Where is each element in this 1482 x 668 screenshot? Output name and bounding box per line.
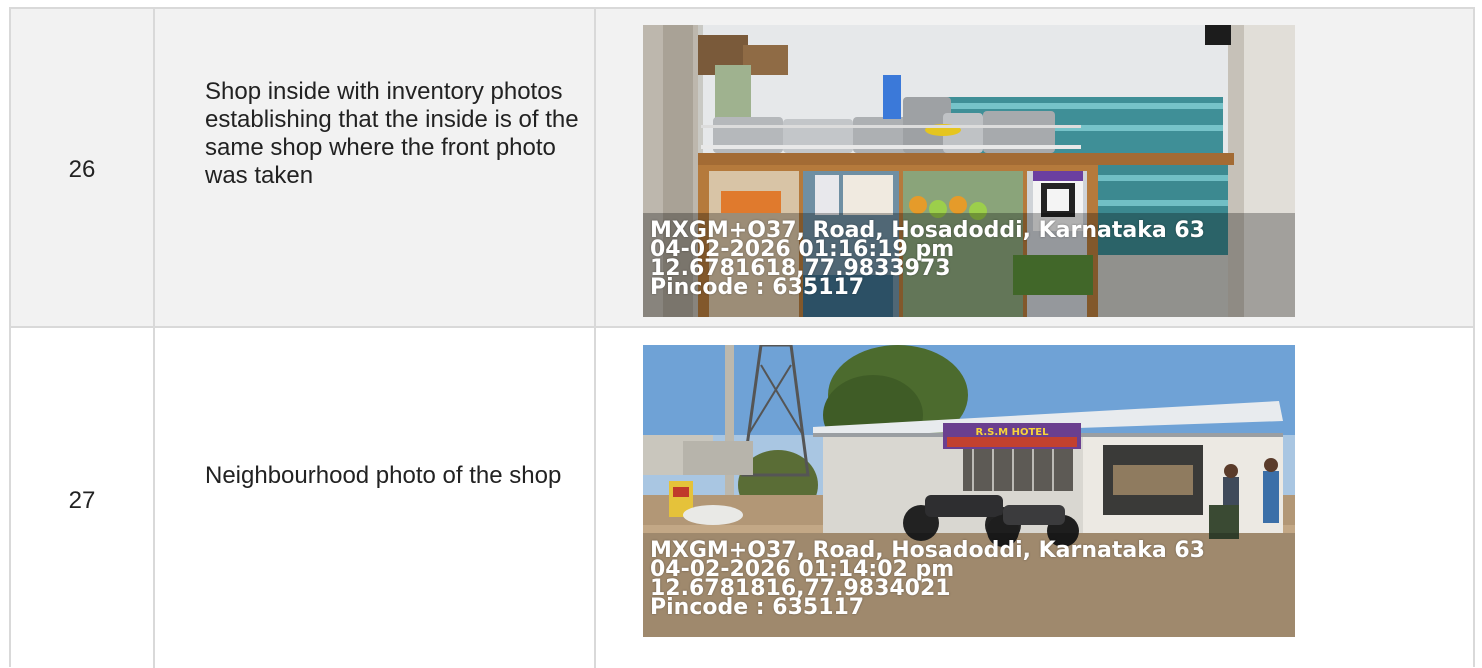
shop-exterior-photo: R.S.M HOTEL MXGM+O37, Road, Hosadoddi, K… [643, 345, 1295, 637]
geotag-overlay: MXGM+O37, Road, Hosadoddi, Karnataka 63 … [650, 540, 1295, 620]
column-divider [153, 9, 155, 326]
geotag-pincode: Pincode : 635117 [650, 275, 865, 300]
photo-table: 26 Shop inside with inventory photos est… [9, 7, 1475, 668]
row-number: 27 [68, 487, 96, 514]
shop-interior-photo: MXGM+O37, Road, Hosadoddi, Karnataka 63 … [643, 25, 1295, 317]
column-divider [153, 328, 155, 668]
row-description: Shop inside with inventory photos establ… [205, 78, 579, 189]
row-description: Neighbourhood photo of the shop [205, 462, 562, 489]
column-divider [594, 328, 596, 668]
geotag-overlay: MXGM+O37, Road, Hosadoddi, Karnataka 63 … [650, 220, 1295, 300]
column-divider [594, 9, 596, 326]
table-row: 26 Shop inside with inventory photos est… [11, 9, 1473, 328]
table-row: 27 Neighbourhood photo of the shop R.S.M… [11, 328, 1473, 668]
geotag-pincode: Pincode : 635117 [650, 595, 865, 620]
row-number: 26 [68, 156, 96, 183]
shop-sign-text: R.S.M HOTEL [975, 427, 1049, 438]
